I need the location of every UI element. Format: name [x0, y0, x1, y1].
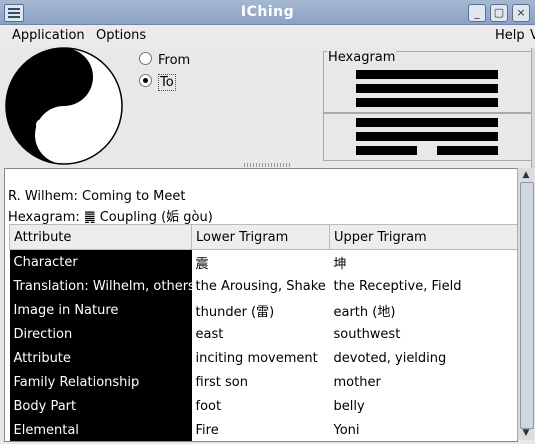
minimize-button[interactable]: _ [468, 4, 486, 22]
lower-cell: the Arousing, Shake [195, 278, 326, 294]
radio-to-circle[interactable] [139, 74, 152, 87]
hexagram-line-1-left [356, 146, 417, 155]
upper-cell: devoted, yielding [333, 350, 447, 366]
wilhelm-title: R. Wilhem: Coming to Meet [8, 189, 186, 204]
table-row[interactable]: Direction east southwest [9, 322, 518, 346]
details-panel: R. Wilhem: Coming to Meet Hexagram: ䷫ Co… [4, 168, 518, 442]
lower-cell: foot [195, 398, 222, 414]
radio-from[interactable]: From [139, 52, 190, 68]
attribute-cell: Attribute [9, 346, 192, 370]
table-row[interactable]: Attribute inciting movement devoted, yie… [9, 346, 518, 370]
attribute-cell: Elemental [9, 418, 192, 441]
yin-yang-icon [5, 47, 123, 165]
table-row[interactable]: Body Part foot belly [9, 394, 518, 418]
attribute-cell: Direction [9, 322, 192, 346]
upper-cell: belly [333, 398, 365, 414]
table-row[interactable]: Character 震 坤 [9, 249, 518, 274]
lower-cell: thunder (雷) [195, 304, 275, 320]
radio-to[interactable]: To [139, 74, 176, 91]
upper-cell: southwest [333, 326, 401, 342]
close-button[interactable]: × [512, 4, 530, 22]
hexagram-line-4 [356, 98, 498, 107]
vertical-scrollbar[interactable]: ▲ ▼ [517, 168, 534, 440]
lower-cell: 震 [195, 256, 209, 272]
menu-help[interactable]: Help [495, 28, 525, 43]
menu-bar: Application Options Help V [0, 25, 535, 47]
scroll-down-arrow-icon[interactable]: ▼ [520, 428, 532, 438]
upper-cell: 坤 [333, 256, 347, 272]
hexagram-line-6 [356, 70, 498, 79]
upper-cell: mother [333, 374, 381, 390]
upper-cell: Yoni [333, 422, 360, 438]
trigram-table: Attribute Lower Trigram Upper Trigram Ch… [9, 224, 518, 441]
radio-from-label: From [158, 53, 191, 68]
attribute-cell: Character [9, 249, 192, 274]
table-row[interactable]: Elemental Fire Yoni [9, 418, 518, 441]
hexagram-line-1-right [437, 146, 498, 155]
scroll-up-arrow-icon[interactable]: ▲ [520, 170, 532, 180]
lower-cell: inciting movement [195, 350, 318, 366]
hexagram-line-2 [356, 132, 498, 141]
attribute-cell: Body Part [9, 394, 192, 418]
table-row[interactable]: Family Relationship first son mother [9, 370, 518, 394]
column-header-lower-trigram[interactable]: Lower Trigram [191, 224, 330, 250]
table-row[interactable]: Image in Nature thunder (雷) earth (地) [9, 298, 518, 322]
upper-cell: the Receptive, Field [333, 278, 462, 294]
attribute-cell: Family Relationship [9, 370, 192, 394]
lower-cell: first son [195, 374, 249, 390]
menu-application[interactable]: Application [12, 28, 85, 43]
window-title: IChing [240, 4, 295, 20]
attribute-cell: Image in Nature [9, 298, 192, 322]
lower-cell: east [195, 326, 224, 342]
scrollbar-thumb[interactable] [520, 182, 534, 429]
lower-cell: Fire [195, 422, 219, 438]
table-row[interactable]: Translation: Wilhelm, others the Arousin… [9, 274, 518, 298]
attribute-cell: Translation: Wilhelm, others [9, 274, 192, 298]
upper-cell: earth (地) [333, 304, 396, 320]
menu-partial[interactable]: V [530, 28, 535, 43]
hexagram-line-5 [356, 84, 498, 93]
title-bar: IChing _ ▢ × [0, 0, 535, 25]
pane-splitter-handle[interactable] [244, 163, 290, 167]
hexagram-name: Hexagram: ䷫ Coupling (姤 gòu) [8, 210, 213, 225]
column-header-attribute[interactable]: Attribute [9, 224, 192, 250]
hexagram-label: Hexagram [327, 50, 397, 65]
hexagram-line-3 [356, 118, 498, 127]
radio-from-circle[interactable] [139, 52, 152, 65]
maximize-button[interactable]: ▢ [490, 4, 508, 22]
menu-options[interactable]: Options [96, 28, 146, 43]
column-header-upper-trigram[interactable]: Upper Trigram [329, 224, 517, 250]
side-panel-edge [531, 48, 535, 168]
radio-to-label: To [158, 74, 176, 91]
